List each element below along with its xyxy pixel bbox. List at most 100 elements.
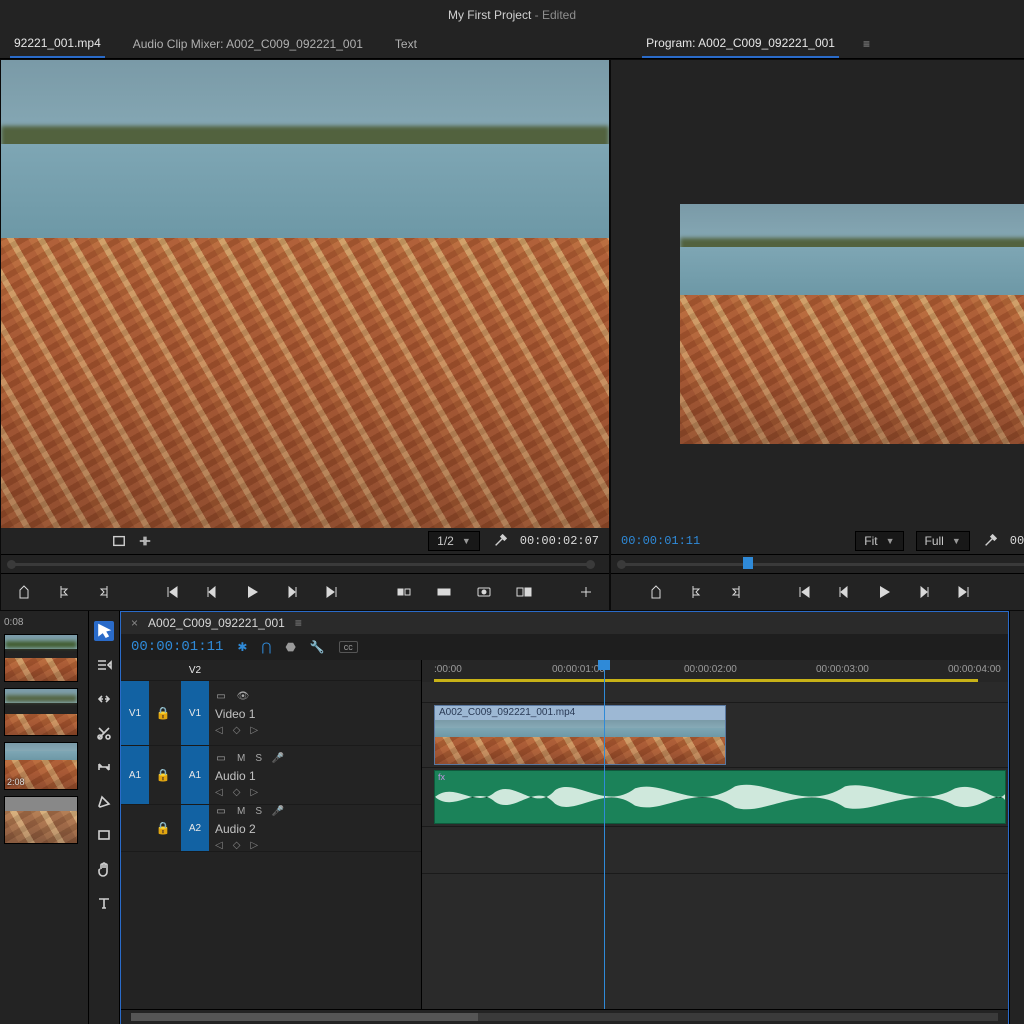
program-video-area[interactable] xyxy=(611,60,1024,528)
program-step-back-button[interactable] xyxy=(835,583,853,601)
insert-overwrite-icon[interactable] xyxy=(137,533,153,549)
razor-tool[interactable] xyxy=(94,723,114,743)
voiceover-record-icon[interactable]: 🎤 xyxy=(272,753,284,765)
button-editor-add-button[interactable] xyxy=(577,583,595,601)
solo-button[interactable]: S xyxy=(255,753,262,764)
playhead[interactable] xyxy=(604,660,605,1009)
timeline-settings-wrench-icon[interactable]: 🔧 xyxy=(310,640,325,654)
track-header-area: V2 V1 🔒 V1 ▭ 👁 Video 1 ◁◇▷ xyxy=(121,660,422,1009)
program-step-forward-button[interactable] xyxy=(915,583,933,601)
timeline-zoom-scroll[interactable] xyxy=(121,1009,1008,1024)
lock-icon[interactable]: 🔒 xyxy=(149,746,177,804)
project-title: My First Project xyxy=(448,8,531,22)
tab-source-clip[interactable]: 92221_001.mp4 xyxy=(10,30,105,58)
toggle-output-icon[interactable]: ▭ xyxy=(215,691,227,703)
audio-clip[interactable]: fx xyxy=(434,770,1006,824)
toggle-eye-icon[interactable]: 👁 xyxy=(237,691,249,703)
close-sequence-icon[interactable]: × xyxy=(131,616,138,630)
insert-button[interactable] xyxy=(395,583,413,601)
add-marker-icon[interactable]: ⬣ xyxy=(285,640,295,654)
program-current-timecode[interactable]: 00:00:01:11 xyxy=(621,534,700,548)
program-add-marker-button[interactable] xyxy=(647,583,665,601)
caption-track-icon[interactable]: cc xyxy=(339,641,358,653)
program-info-bar: 00:00:01:11 Fit▼ Full▼ 00:00:04:07 xyxy=(611,528,1024,554)
lock-icon[interactable]: 🔒 xyxy=(149,681,177,745)
overwrite-button[interactable] xyxy=(435,583,453,601)
project-clip-thumb[interactable]: 2:08 xyxy=(4,742,78,790)
track-header-v2[interactable]: V2 xyxy=(121,660,421,681)
mark-out-button[interactable] xyxy=(95,583,113,601)
source-zoom-bar[interactable] xyxy=(1,554,609,573)
panel-menu-icon[interactable]: ≡ xyxy=(863,37,870,51)
program-play-button[interactable] xyxy=(875,583,893,601)
program-monitor-panel: 00:00:01:11 Fit▼ Full▼ 00:00:04:07 xyxy=(610,59,1024,611)
program-go-to-out-button[interactable] xyxy=(955,583,973,601)
pen-tool[interactable] xyxy=(94,791,114,811)
program-duration-timecode[interactable]: 00:00:04:07 xyxy=(1010,534,1024,548)
ripple-edit-tool[interactable] xyxy=(94,689,114,709)
timeline-ruler[interactable]: :00:00 00:00:01:00 00:00:02:00 00:00:03:… xyxy=(422,660,1008,683)
timeline-track-area[interactable]: :00:00 00:00:01:00 00:00:02:00 00:00:03:… xyxy=(422,660,1008,1009)
project-clip-thumb[interactable] xyxy=(4,634,78,682)
tab-text[interactable]: Text xyxy=(391,31,421,57)
step-forward-button[interactable] xyxy=(283,583,301,601)
add-marker-button[interactable] xyxy=(15,583,33,601)
program-mark-out-button[interactable] xyxy=(727,583,745,601)
track-a1[interactable]: fx xyxy=(422,768,1008,827)
timeline-current-timecode[interactable]: 00:00:01:11 xyxy=(131,639,223,655)
track-v1[interactable]: A002_C009_092221_001.mp4 xyxy=(422,703,1008,768)
timeline-header: 00:00:01:11 ✱ ⋂ ⬣ 🔧 cc xyxy=(121,634,1008,660)
hand-tool[interactable] xyxy=(94,859,114,879)
snap-toggle-icon[interactable]: ✱ xyxy=(237,640,247,654)
track-header-a2[interactable]: 🔒 A2 ▭ M S 🎤 Audio 2 ◁◇▷ xyxy=(121,805,421,852)
go-to-in-button[interactable] xyxy=(163,583,181,601)
comparison-view-button[interactable] xyxy=(515,583,533,601)
lock-icon[interactable]: 🔒 xyxy=(149,805,177,851)
project-panel: 0:08 2:08 xyxy=(0,611,89,1024)
track-select-tool[interactable] xyxy=(94,655,114,675)
tab-program-monitor[interactable]: Program: A002_C009_092221_001 xyxy=(642,30,839,58)
program-go-to-in-button[interactable] xyxy=(795,583,813,601)
go-to-out-button[interactable] xyxy=(323,583,341,601)
project-clip-thumb[interactable] xyxy=(4,688,78,736)
video-clip[interactable]: A002_C009_092221_001.mp4 xyxy=(434,705,726,765)
play-button[interactable] xyxy=(243,583,261,601)
timeline-panel: × A002_C009_092221_001 ≡ 00:00:01:11 ✱ ⋂… xyxy=(120,611,1009,1024)
track-a2[interactable] xyxy=(422,827,1008,874)
program-zoom-dropdown[interactable]: Fit▼ xyxy=(855,531,903,551)
program-zoom-bar[interactable] xyxy=(611,554,1024,573)
sequence-tab[interactable]: × A002_C009_092221_001 ≡ xyxy=(121,612,1008,634)
source-resolution-dropdown[interactable]: 1/2▼ xyxy=(428,531,480,551)
mark-in-button[interactable] xyxy=(55,583,73,601)
track-v2[interactable] xyxy=(422,682,1008,703)
tool-palette xyxy=(89,611,120,1024)
project-clip-thumb[interactable] xyxy=(4,796,78,844)
track-header-a1[interactable]: A1 🔒 A1 ▭ M S 🎤 Audio 1 ◁◇▷ xyxy=(121,746,421,805)
program-mark-in-button[interactable] xyxy=(687,583,705,601)
tab-audio-clip-mixer[interactable]: Audio Clip Mixer: A002_C009_092221_001 xyxy=(129,31,367,57)
panel-tab-strip: 92221_001.mp4 Audio Clip Mixer: A002_C00… xyxy=(0,30,1024,59)
export-frame-button[interactable] xyxy=(475,583,493,601)
slip-tool[interactable] xyxy=(94,757,114,777)
safe-margins-icon[interactable] xyxy=(111,533,127,549)
track-header-v1[interactable]: V1 🔒 V1 ▭ 👁 Video 1 ◁◇▷ xyxy=(121,681,421,746)
program-resolution-dropdown[interactable]: Full▼ xyxy=(916,531,970,551)
type-tool[interactable] xyxy=(94,893,114,913)
program-transport xyxy=(611,573,1024,610)
linked-selection-icon[interactable]: ⋂ xyxy=(261,640,271,654)
project-status: Edited xyxy=(542,8,576,22)
step-back-button[interactable] xyxy=(203,583,221,601)
next-keyframe-icon[interactable]: ▷ xyxy=(250,725,258,736)
settings-wrench-icon[interactable] xyxy=(492,533,508,549)
source-timecode[interactable]: 00:00:02:07 xyxy=(520,534,599,548)
selection-tool[interactable] xyxy=(94,621,114,641)
toggle-output-icon[interactable]: ▭ xyxy=(215,753,227,765)
program-settings-wrench-icon[interactable] xyxy=(982,533,998,549)
window-title-bar: My First Project - Edited xyxy=(0,0,1024,30)
source-monitor-panel: 1/2▼ 00:00:02:07 xyxy=(0,59,610,611)
rectangle-tool[interactable] xyxy=(94,825,114,845)
prev-keyframe-icon[interactable]: ◁ xyxy=(215,725,223,736)
add-keyframe-icon[interactable]: ◇ xyxy=(233,725,241,736)
mute-button[interactable]: M xyxy=(237,753,245,764)
source-video-area[interactable] xyxy=(1,60,609,528)
